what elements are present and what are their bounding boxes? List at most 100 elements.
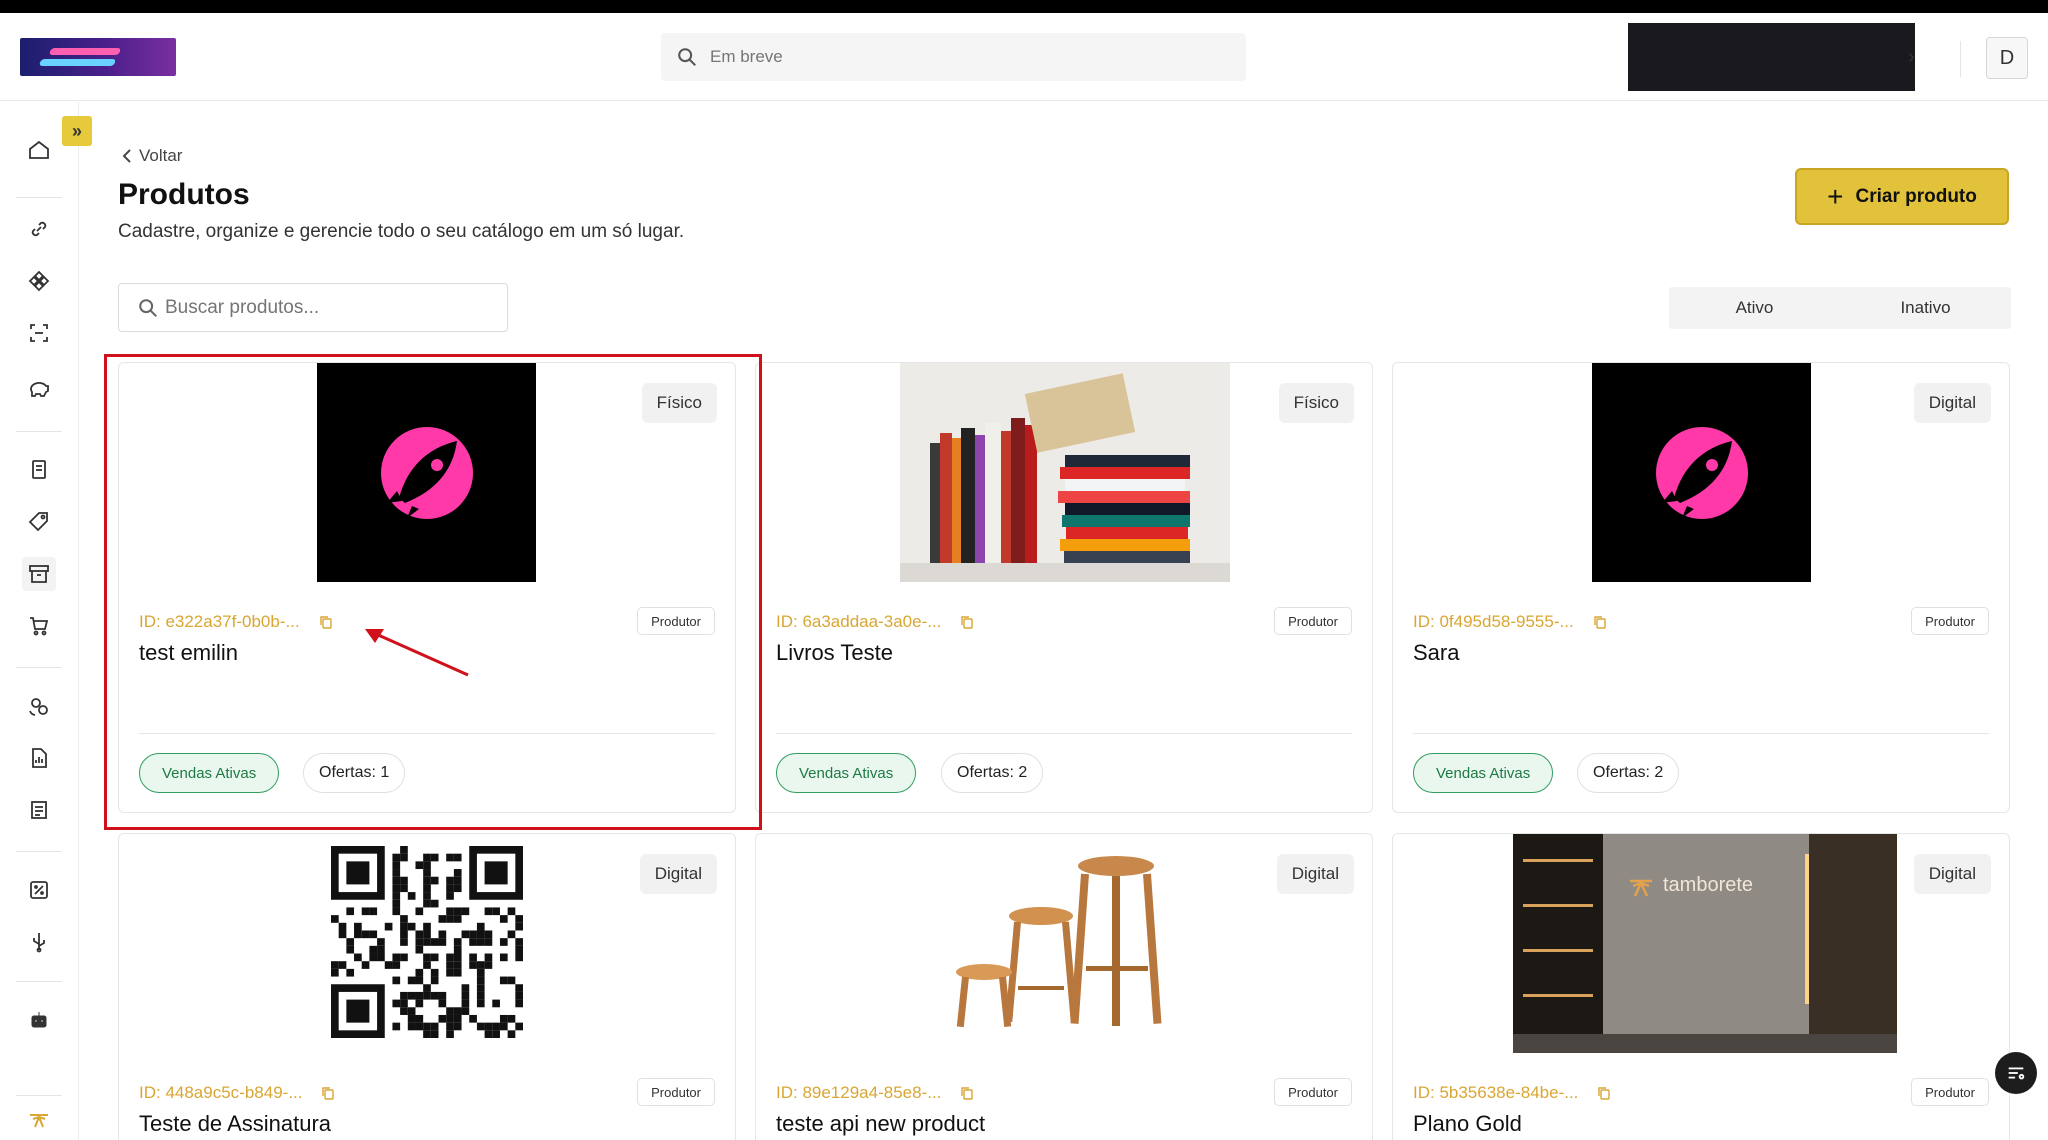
sidebar-item-discounts[interactable] (22, 873, 56, 907)
sidebar-item-reports[interactable] (22, 453, 56, 487)
brand-mark-icon (30, 1114, 48, 1128)
copy-icon[interactable] (1596, 1085, 1612, 1101)
sidebar-item-list[interactable] (22, 793, 56, 827)
diamond-grid-icon (28, 270, 50, 292)
sidebar-item-affiliates[interactable] (22, 689, 56, 723)
cart-icon (30, 617, 49, 636)
chevron-right-icon[interactable]: › (1908, 46, 1915, 69)
home-icon (29, 140, 49, 159)
page-subtitle: Cadastre, organize e gerencie todo o seu… (118, 221, 685, 242)
copy-icon[interactable] (1592, 614, 1608, 630)
product-name: Sara (1413, 640, 1460, 665)
global-search[interactable] (661, 33, 1246, 81)
global-search-input[interactable] (710, 47, 1210, 67)
sidebar-item-usb[interactable] (22, 925, 56, 959)
tab-active[interactable]: Ativo (1669, 287, 1840, 329)
brand-logo[interactable] (20, 38, 176, 76)
product-card[interactable]: Físico ID: e322a37f-0b0b-... Produtor te… (118, 362, 736, 813)
header-divider (1960, 41, 1961, 77)
product-card[interactable]: Digital ID: 448a9c5c-b849-... Produtor T… (118, 833, 736, 1140)
sidebar-item-products[interactable] (22, 557, 56, 591)
sidebar-item-savings[interactable] (22, 372, 56, 406)
copy-icon[interactable] (959, 614, 975, 630)
books-photo (900, 363, 1230, 582)
sales-status-badge: Vendas Ativas (776, 753, 917, 793)
role-badge: Produtor (1274, 1078, 1352, 1106)
product-card[interactable]: tamborete Digital ID: 5b35638e-84be-... … (1392, 833, 2010, 1140)
product-card[interactable]: Digital ID: 0f495d58-9555-... Produtor S… (1392, 362, 2010, 813)
sidebar-item-bot[interactable] (22, 1003, 56, 1037)
role-badge: Produtor (637, 1078, 715, 1106)
copy-icon[interactable] (959, 1085, 975, 1101)
back-link[interactable]: Voltar (121, 146, 182, 166)
product-image-rocket (1592, 363, 1811, 582)
sidebar-item-cart[interactable] (22, 609, 56, 643)
page-title: Produtos (118, 178, 250, 211)
sidebar-item-links[interactable] (22, 212, 56, 246)
product-image-tamborete: tamborete (1513, 834, 1897, 1053)
sidebar-item-integrations[interactable] (22, 264, 56, 298)
card-divider (139, 733, 715, 734)
status-tabs: Ativo Inativo (1669, 287, 2011, 329)
product-type-badge: Digital (1276, 854, 1354, 894)
sidebar-item-analytics[interactable] (22, 741, 56, 775)
floating-menu-button[interactable] (1995, 1052, 2037, 1094)
offers-badge: Ofertas: 2 (941, 753, 1044, 793)
chevron-left-icon (122, 149, 131, 163)
annotation-arrow-icon (365, 629, 469, 677)
product-id: ID: 0f495d58-9555-... (1413, 612, 1608, 632)
copy-icon[interactable] (318, 614, 334, 630)
tamborete-photo (1513, 834, 1897, 1053)
product-search-input[interactable] (165, 296, 495, 319)
sidebar-item-brand[interactable] (22, 1103, 56, 1137)
sidebar-divider (16, 1095, 62, 1096)
search-icon (678, 48, 696, 66)
sidebar-item-scan[interactable] (22, 316, 56, 350)
rocket-logo-icon (381, 427, 473, 519)
scan-icon (30, 324, 48, 342)
product-card[interactable]: Digital ID: 89e129a4-85e8-... Produtor t… (755, 833, 1373, 1140)
role-badge: Produtor (1911, 1078, 1989, 1106)
redacted-area (1628, 23, 1915, 91)
sidebar-divider (16, 431, 62, 432)
offers-badge: Ofertas: 1 (303, 753, 406, 793)
piggy-bank-icon (30, 382, 49, 397)
user-avatar[interactable]: D (1986, 37, 2028, 79)
sidebar-divider (16, 851, 62, 852)
app-header: › D (0, 13, 2048, 101)
receipt-icon (32, 460, 46, 479)
product-type-badge: Digital (1913, 854, 1991, 894)
product-name: Plano Gold (1413, 1111, 1522, 1136)
product-image-rocket (317, 363, 536, 582)
product-id: ID: 448a9c5c-b849-... (139, 1083, 336, 1103)
sidebar-divider (16, 667, 62, 668)
tab-inactive[interactable]: Inativo (1840, 287, 2011, 329)
sidebar-expand-button[interactable]: » (62, 116, 92, 146)
product-search[interactable] (118, 283, 508, 332)
sales-status-badge: Vendas Ativas (1413, 753, 1554, 793)
copy-icon[interactable] (320, 1085, 336, 1101)
sidebar-item-coupons[interactable] (22, 505, 56, 539)
role-badge: Produtor (1274, 607, 1352, 635)
product-id: ID: e322a37f-0b0b-... (139, 612, 334, 632)
product-id: ID: 6a3addaa-3a0e-... (776, 612, 975, 632)
list-filter-icon (2008, 1067, 2025, 1080)
product-id: ID: 89e129a4-85e8-... (776, 1083, 975, 1103)
role-badge: Produtor (637, 607, 715, 635)
product-type-badge: Físico (641, 383, 717, 423)
stools-photo (956, 856, 1162, 1028)
create-product-button[interactable]: + Criar produto (1795, 168, 2009, 225)
tamborete-sign-text: tamborete (1663, 874, 1754, 896)
usb-icon (33, 933, 45, 953)
product-card[interactable]: Físico ID: 6a3addaa-3a0e-... Produtor Li… (755, 362, 1373, 813)
top-strip (0, 0, 2048, 13)
product-image-qr (331, 846, 523, 1038)
card-divider (1413, 733, 1989, 734)
product-type-badge: Físico (1278, 383, 1354, 423)
sales-status-badge: Vendas Ativas (139, 753, 280, 793)
sidebar-item-home[interactable] (22, 133, 56, 167)
product-image-stools (936, 846, 1196, 1038)
product-type-badge: Digital (639, 854, 717, 894)
plus-icon: + (1827, 180, 1844, 212)
product-name: Teste de Assinatura (139, 1111, 332, 1136)
